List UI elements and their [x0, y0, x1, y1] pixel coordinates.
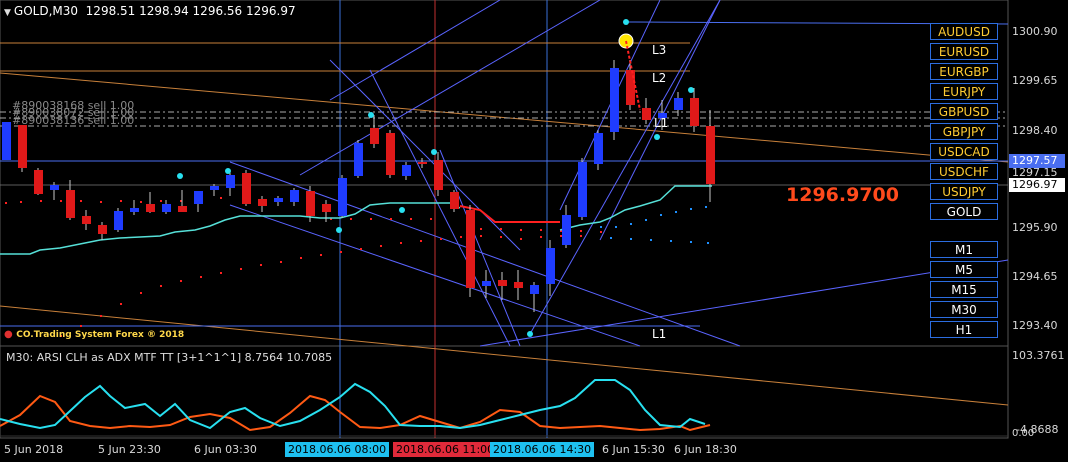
bear-candle[interactable]: [258, 199, 267, 206]
bull-candle[interactable]: [226, 175, 235, 188]
symbol-button-gold[interactable]: GOLD: [930, 203, 998, 220]
bull-candle[interactable]: [130, 208, 139, 212]
bear-candle[interactable]: [98, 225, 107, 234]
indicator-title: M30: ARSI CLH as ADX MTF TT [3+1^1^1] 8.…: [6, 351, 333, 364]
symbol-button-usdcad[interactable]: USDCAD: [930, 143, 998, 160]
timeframe-button-m30[interactable]: M30: [930, 301, 998, 318]
timeframe-button-h1[interactable]: H1: [930, 321, 998, 338]
bear-candle[interactable]: [82, 216, 91, 224]
symbol-button-gbpusd[interactable]: GBPUSD: [930, 103, 998, 120]
bull-candle[interactable]: [210, 186, 219, 190]
channel-lines[interactable]: [229, 0, 1009, 347]
timeframe-button-m15[interactable]: M15: [930, 281, 998, 298]
symbol-button-eurusd[interactable]: EURUSD: [930, 43, 998, 60]
label-l1-bottom: L1: [652, 327, 667, 341]
bear-candle[interactable]: [370, 128, 379, 144]
bull-candle[interactable]: [578, 162, 587, 217]
oscillator-orange: [0, 394, 711, 432]
price-chart[interactable]: [0, 0, 1068, 462]
time-label: 5 Jun 23:30: [98, 443, 161, 456]
bear-candle[interactable]: [242, 173, 251, 204]
symbol-button-eurjpy[interactable]: EURJPY: [930, 83, 998, 100]
bull-candle[interactable]: [402, 165, 411, 176]
dropdown-triangle-icon[interactable]: ▼: [4, 8, 11, 18]
timeframe-button-m1[interactable]: M1: [930, 241, 998, 258]
price-tick: 1299.65: [1012, 74, 1058, 87]
bear-candle[interactable]: [386, 133, 395, 175]
label-l3: L3: [652, 43, 667, 57]
current-price-label: 1296.97: [1009, 178, 1065, 192]
order-label-3[interactable]: #890038136 sell 1.00: [12, 114, 134, 127]
bear-candle[interactable]: [18, 125, 27, 168]
time-label: 6 Jun 03:30: [194, 443, 257, 456]
bull-candle[interactable]: [162, 204, 171, 212]
bear-candle[interactable]: [706, 126, 715, 184]
bear-candle[interactable]: [690, 98, 699, 126]
bear-candle[interactable]: [498, 280, 507, 286]
time-label: 6 Jun 15:30: [602, 443, 665, 456]
main-panel-frame: [0, 0, 1009, 347]
bull-candle[interactable]: [2, 122, 11, 160]
bull-candle[interactable]: [482, 281, 491, 286]
label-l1-top: L1: [654, 116, 669, 130]
bull-candle[interactable]: [50, 185, 59, 190]
candlesticks[interactable]: [2, 60, 715, 312]
time-highlight-label[interactable]: 2018.06.06 08:00: [285, 442, 390, 457]
bear-candle[interactable]: [34, 170, 43, 194]
bull-candle[interactable]: [338, 178, 347, 216]
bull-candle[interactable]: [290, 190, 299, 202]
bear-candle[interactable]: [178, 206, 187, 212]
symbol-button-usdchf[interactable]: USDCHF: [930, 163, 998, 180]
indicator-axis-max: 103.3761: [1012, 349, 1065, 362]
bid-price-label: 1297.57: [1009, 154, 1065, 168]
bear-candle[interactable]: [418, 162, 427, 164]
label-l2: L2: [652, 71, 667, 85]
price-tick: 1300.90: [1012, 25, 1058, 38]
bull-candle[interactable]: [274, 198, 283, 202]
time-label: 6 Jun 18:30: [674, 443, 737, 456]
bear-candle[interactable]: [306, 191, 315, 216]
price-tick: 1293.40: [1012, 319, 1058, 332]
time-highlight-label[interactable]: 2018.06.06 14:30: [490, 442, 595, 457]
bull-candle[interactable]: [610, 68, 619, 132]
bear-candle[interactable]: [434, 160, 443, 190]
symbol-button-gbpjpy[interactable]: GBPJPY: [930, 123, 998, 140]
bull-candle[interactable]: [546, 248, 555, 284]
red-dots-series: [5, 197, 602, 337]
price-tick: 1298.40: [1012, 124, 1058, 137]
symbol-button-usdjpy[interactable]: USDJPY: [930, 183, 998, 200]
bull-candle[interactable]: [354, 143, 363, 176]
bull-candle[interactable]: [530, 285, 539, 294]
symbol-button-audusd[interactable]: AUDUSD: [930, 23, 998, 40]
bull-candle[interactable]: [674, 98, 683, 110]
time-highlight-label[interactable]: 2018.06.06 11:00: [393, 442, 498, 457]
bear-candle[interactable]: [322, 204, 331, 212]
timeframe-button-m5[interactable]: M5: [930, 261, 998, 278]
bear-candle[interactable]: [514, 282, 523, 288]
bear-candle[interactable]: [642, 108, 651, 120]
bull-candle[interactable]: [562, 215, 571, 245]
chart-header: ▼ GOLD,M30 1298.51 1298.94 1296.56 1296.9…: [4, 4, 296, 18]
bear-candle[interactable]: [146, 204, 155, 212]
time-label: 5 Jun 2018: [4, 443, 64, 456]
bullet-icon: ●: [4, 329, 17, 340]
symbol-button-eurgbp[interactable]: EURGBP: [930, 63, 998, 80]
price-tick: 1294.65: [1012, 270, 1058, 283]
watermark: ● CO.Trading System Forex ® 2018: [4, 329, 184, 340]
bear-candle[interactable]: [450, 192, 459, 209]
watermark-text: CO.Trading System Forex ® 2018: [16, 330, 185, 340]
bull-candle[interactable]: [114, 211, 123, 230]
blue-dots-series: [600, 206, 709, 244]
price-tick: 1295.90: [1012, 221, 1058, 234]
indicator-axis-low: -4.8688: [1016, 423, 1059, 436]
bear-candle[interactable]: [66, 190, 75, 218]
bear-candle[interactable]: [466, 210, 475, 288]
current-price-text: 1296.9700: [786, 184, 899, 206]
bull-candle[interactable]: [594, 133, 603, 164]
bull-candle[interactable]: [194, 191, 203, 204]
ohlc-values: 1298.51 1298.94 1296.56 1296.97: [85, 4, 296, 18]
symbol-timeframe: GOLD,M30: [13, 4, 79, 18]
